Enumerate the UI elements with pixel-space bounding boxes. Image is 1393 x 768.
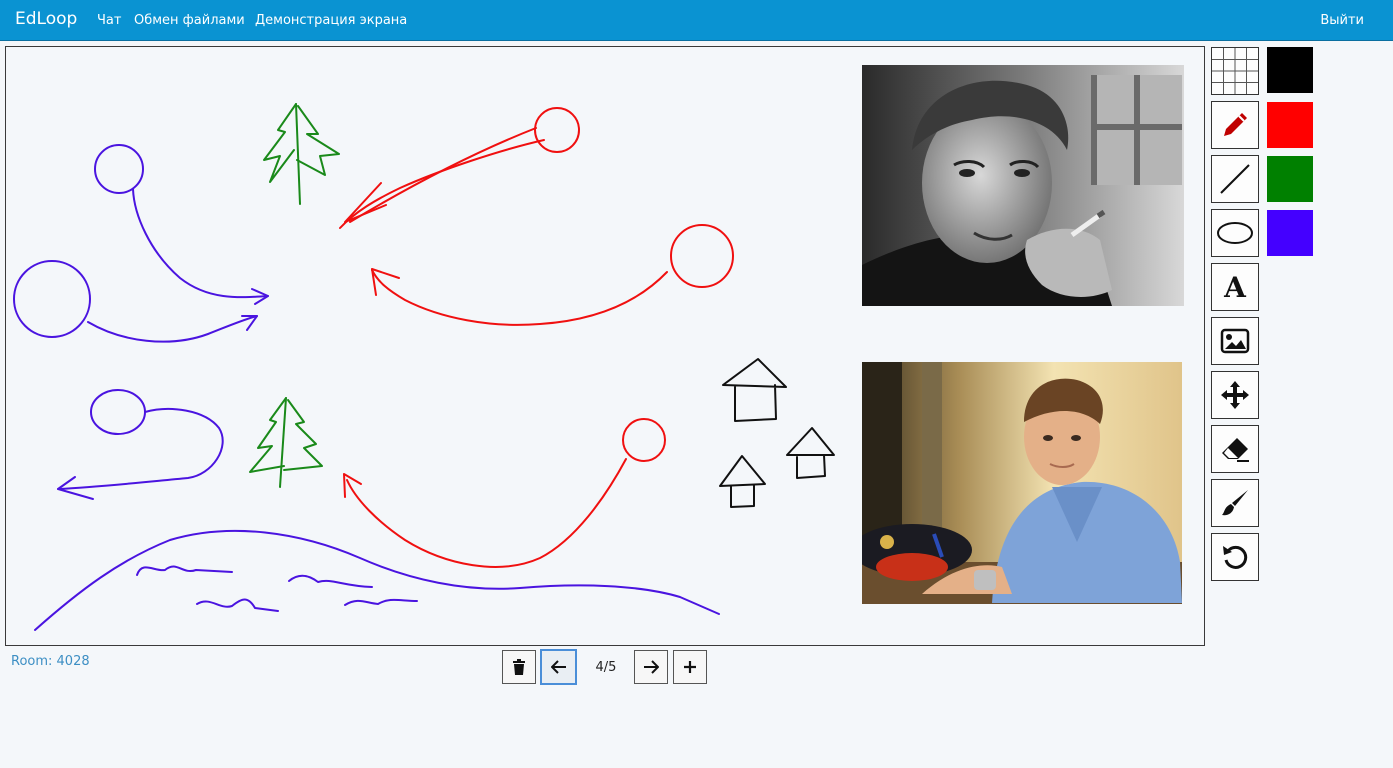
red-circle-stroke: [622, 418, 666, 462]
brush-icon: [1222, 490, 1248, 516]
trash-icon: [513, 659, 525, 675]
image-icon: [1220, 328, 1250, 354]
blue-wave-stroke: [344, 598, 418, 606]
next-page-button[interactable]: [634, 650, 668, 684]
color-swatch-black[interactable]: [1267, 47, 1313, 93]
tool-text[interactable]: A: [1211, 263, 1259, 311]
color-swatch-red[interactable]: [1267, 102, 1313, 148]
blue-circle-stroke: [13, 260, 91, 338]
red-circle-stroke: [670, 224, 734, 288]
tree-left-stroke: [249, 397, 287, 473]
bw-portrait-illustration: [862, 65, 1184, 306]
placed-image-bw-portrait[interactable]: [862, 65, 1184, 306]
room-label: Room: 4028: [11, 654, 90, 669]
tree-right-stroke: [296, 105, 340, 176]
tool-line[interactable]: [1211, 155, 1259, 203]
house-stroke: [719, 455, 766, 508]
tool-eraser[interactable]: [1211, 425, 1259, 473]
color-swatch-green[interactable]: [1267, 156, 1313, 202]
red-arrowhead-stroke: [371, 268, 400, 296]
nav-chat[interactable]: Чат: [97, 13, 121, 28]
tool-grid[interactable]: [1211, 47, 1259, 95]
add-page-button[interactable]: [673, 650, 707, 684]
tool-ellipse[interactable]: [1211, 209, 1259, 257]
pencil-icon: [1224, 113, 1247, 136]
page-indicator: 4/5: [595, 660, 617, 675]
blue-wave-stroke: [136, 565, 233, 576]
blue-circle-stroke: [94, 144, 144, 194]
tree-trunk-stroke: [295, 103, 301, 205]
placed-image-officer[interactable]: [862, 362, 1182, 604]
officer-illustration: [862, 362, 1182, 604]
plus-icon: [684, 661, 696, 673]
tree-left-stroke: [263, 103, 297, 183]
ellipse-icon: [1217, 222, 1253, 244]
nav-screen-share[interactable]: Демонстрация экрана: [255, 13, 407, 28]
blue-wave-stroke: [196, 598, 279, 612]
blue-hill-stroke: [34, 529, 720, 631]
nav-file-sharing[interactable]: Обмен файлами: [134, 13, 245, 28]
tool-undo[interactable]: [1211, 533, 1259, 581]
whiteboard-canvas[interactable]: [5, 46, 1205, 646]
blue-circle-stroke: [90, 389, 146, 435]
house-stroke: [722, 358, 787, 422]
arrow-left-icon: [550, 660, 566, 674]
tree-trunk-stroke: [279, 397, 287, 488]
blue-curve-stroke: [87, 315, 258, 343]
tree-right-stroke: [283, 399, 323, 471]
blue-curve-stroke: [57, 407, 224, 490]
red-arrowhead-stroke: [343, 473, 362, 498]
grid-icon: [1212, 48, 1258, 94]
arrow-right-icon: [644, 660, 659, 674]
blue-curve-stroke: [132, 188, 269, 299]
prev-page-button[interactable]: [540, 649, 577, 685]
red-arrow-stroke: [339, 139, 545, 229]
red-curve-stroke: [346, 458, 627, 568]
undo-icon: [1223, 545, 1248, 569]
logout-link[interactable]: Выйти: [1320, 13, 1364, 28]
delete-page-button[interactable]: [502, 650, 536, 684]
text-icon: A: [1224, 270, 1246, 304]
tool-brush[interactable]: [1211, 479, 1259, 527]
brand-logo[interactable]: EdLoop: [15, 9, 77, 29]
blue-wave-stroke: [288, 574, 373, 588]
line-icon: [1220, 164, 1250, 194]
red-arrowhead-stroke: [344, 182, 387, 223]
move-icon: [1221, 381, 1249, 409]
tool-image[interactable]: [1211, 317, 1259, 365]
color-swatch-purple[interactable]: [1267, 210, 1313, 256]
tool-move[interactable]: [1211, 371, 1259, 419]
tool-pencil[interactable]: [1211, 101, 1259, 149]
eraser-icon: [1222, 438, 1249, 462]
house-stroke: [786, 427, 835, 479]
red-circle-stroke: [534, 107, 580, 153]
top-navbar: EdLoop Чат Обмен файлами Демонстрация эк…: [0, 0, 1393, 41]
red-curve-stroke: [371, 269, 668, 326]
